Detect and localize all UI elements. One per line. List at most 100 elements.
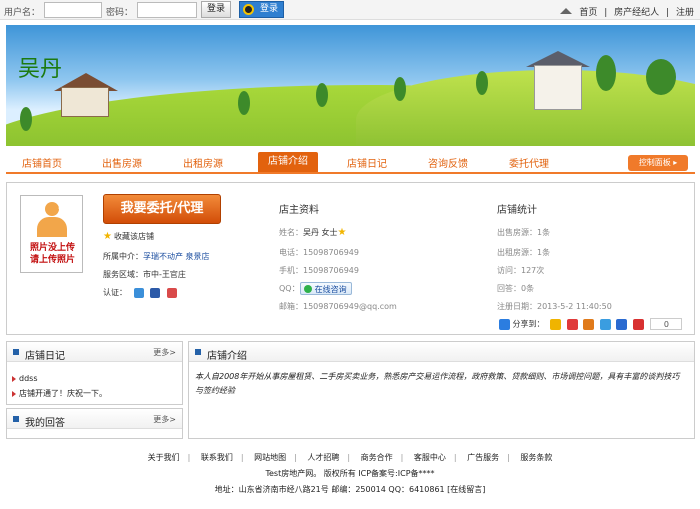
separator: | (666, 8, 670, 18)
username-input[interactable] (44, 2, 102, 18)
tab-feedback[interactable]: 咨询反馈 (428, 155, 468, 170)
footer-link-about[interactable]: 关于我们 (148, 453, 180, 462)
cert-row: 认证： (103, 287, 177, 298)
cert-label: 认证： (103, 288, 127, 297)
stats-sale-row: 出售房源：1条 (497, 227, 550, 238)
password-label: 密码： (106, 8, 134, 18)
commission-button[interactable]: 我要委托/代理 (103, 194, 221, 224)
footer-link-ads[interactable]: 广告服务 (467, 453, 499, 462)
reg-label: 注册日期： (497, 302, 537, 311)
reg-value: 2013-5-2 11:40:50 (537, 302, 612, 311)
owner-info-title: 店主资料 (279, 205, 319, 216)
footer-link-contact[interactable]: 联系我们 (201, 453, 233, 462)
stats-rent-row: 出租房源：1条 (497, 247, 550, 258)
diary-item[interactable]: ddss (12, 374, 38, 383)
banner-hill (356, 70, 695, 146)
diary-box: 店铺日记 更多> ddss 店铺开通了！庆祝一下。 (6, 341, 183, 405)
phone-label: 电话： (279, 248, 303, 257)
sale-value: 1条 (537, 228, 551, 237)
agency-label: 所属中介： (103, 252, 143, 261)
tree-icon (394, 77, 406, 101)
favorite-shop-link[interactable]: ★ 收藏该店铺 (103, 231, 154, 242)
intro-text: 本人自2008年开始从事房屋租赁、二手房买卖业务，熟悉房产交易运作流程，政府救策… (195, 372, 680, 395)
username-label: 用户名： (4, 8, 41, 18)
link-home[interactable]: 首页 (579, 8, 597, 18)
answers-more-link[interactable]: 更多> (153, 414, 176, 425)
tab-shop-intro[interactable]: 店铺介绍 (258, 152, 318, 172)
top-links: 首页 | 房产经纪人 | 注册 (558, 5, 696, 18)
control-panel-button[interactable]: 控制面板 ▸ (628, 155, 688, 171)
link-agents[interactable]: 房产经纪人 (614, 8, 659, 18)
footer-link-sitemap[interactable]: 网站地图 (254, 453, 286, 462)
name-label: 姓名： (279, 228, 303, 237)
diary-more-link[interactable]: 更多> (153, 347, 176, 358)
tab-for-sale[interactable]: 出售房源 (102, 155, 142, 170)
agent-photo-placeholder[interactable]: ? 照片没上传 请上传照片 (20, 195, 83, 273)
stats-visits-row: 访问：127次 (497, 265, 544, 276)
bullet-icon (13, 349, 19, 355)
qq-login-label: 登录 (260, 4, 279, 14)
owner-name-row: 姓名：吴丹 女士★ (279, 227, 349, 238)
user-placeholder-icon: ? (35, 201, 69, 238)
owner-email-row: 邮箱：15098706949@qq.com (279, 301, 397, 312)
password-input[interactable] (137, 2, 197, 18)
tree-icon (20, 107, 32, 131)
rent-value: 1条 (537, 248, 551, 257)
diary-item[interactable]: 店铺开通了！庆祝一下。 (12, 388, 107, 399)
tab-commission[interactable]: 委托代理 (509, 155, 549, 170)
tree-icon (238, 91, 250, 115)
footer-link-business[interactable]: 商务合作 (361, 453, 393, 462)
qq-penguin-icon (243, 4, 254, 15)
weibo-icon[interactable] (566, 318, 578, 330)
footer-address: 地址：山东省济南市经八路21号 邮编：250014 QQ：6410861 [在线… (214, 485, 486, 494)
share-label: 分享到： (512, 319, 545, 329)
footer-link-jobs[interactable]: 人才招聘 (307, 453, 339, 462)
owner-qq-row: QQ： 在线咨询 (279, 282, 352, 295)
agency-value[interactable]: 孚瑞不动产 泉景店 (143, 252, 210, 261)
stats-reg-row: 注册日期：2013-5-2 11:40:50 (497, 301, 612, 312)
kaixin-icon[interactable] (632, 318, 644, 330)
qq-login-button[interactable]: 登录 (239, 1, 284, 18)
diary-title: 店铺日记 (25, 351, 65, 362)
tab-shop-diary[interactable]: 店铺日记 (347, 155, 387, 170)
owner-mobile-row: 手机：15098706949 (279, 265, 359, 276)
online-consult-button[interactable]: 在线咨询 (299, 282, 352, 295)
answers-label: 回答： (497, 284, 521, 293)
shop-banner: 吴丹 (6, 25, 695, 146)
star-icon: ★ (103, 231, 112, 242)
house-illustration (534, 65, 582, 110)
qq-weibo-icon[interactable] (583, 318, 595, 330)
visits-value: 127次 (521, 266, 545, 275)
shop-stats-title: 店铺统计 (497, 205, 537, 216)
rent-label: 出租房源： (497, 248, 537, 257)
intro-title: 店铺介绍 (207, 351, 247, 362)
mobile-label: 手机： (279, 266, 303, 275)
area-row: 服务区域：市中-王官庄 (103, 269, 186, 280)
star-icon: ★ (337, 227, 347, 238)
login-button[interactable]: 登录 (201, 1, 231, 18)
link-register[interactable]: 注册 (676, 8, 694, 18)
qzone-icon[interactable] (550, 318, 562, 330)
footer-link-support[interactable]: 客服中心 (414, 453, 446, 462)
house-illustration (61, 87, 109, 117)
favorite-label: 收藏该店铺 (113, 232, 154, 241)
bullet-icon (195, 349, 201, 355)
footer-link-terms[interactable]: 服务条款 (520, 453, 552, 462)
tab-shop-home[interactable]: 店铺首页 (22, 155, 62, 170)
profile-panel: ? 照片没上传 请上传照片 我要委托/代理 ★ 收藏该店铺 所属中介：孚瑞不动产 泉… (6, 182, 695, 335)
tab-for-rent[interactable]: 出租房源 (183, 155, 223, 170)
home-icon (560, 8, 573, 14)
tree-icon (646, 59, 676, 95)
share-bar: 分享到： 0 (499, 318, 683, 330)
footer-copyright: Test房地产网。 版权所有 ICP备案号:ICP备**** (265, 469, 435, 478)
tencent-icon[interactable] (599, 318, 611, 330)
sale-label: 出售房源： (497, 228, 537, 237)
area-value: 市中-王官庄 (143, 270, 186, 279)
renren-icon[interactable] (616, 318, 628, 330)
agency-row: 所属中介：孚瑞不动产 泉景店 (103, 251, 210, 262)
diary-item-text: 店铺开通了！庆祝一下。 (19, 389, 107, 398)
share-plus-icon[interactable] (499, 318, 510, 330)
answers-value: 0条 (521, 284, 535, 293)
id-cert-icon (133, 287, 144, 298)
business-cert-icon (150, 287, 161, 298)
